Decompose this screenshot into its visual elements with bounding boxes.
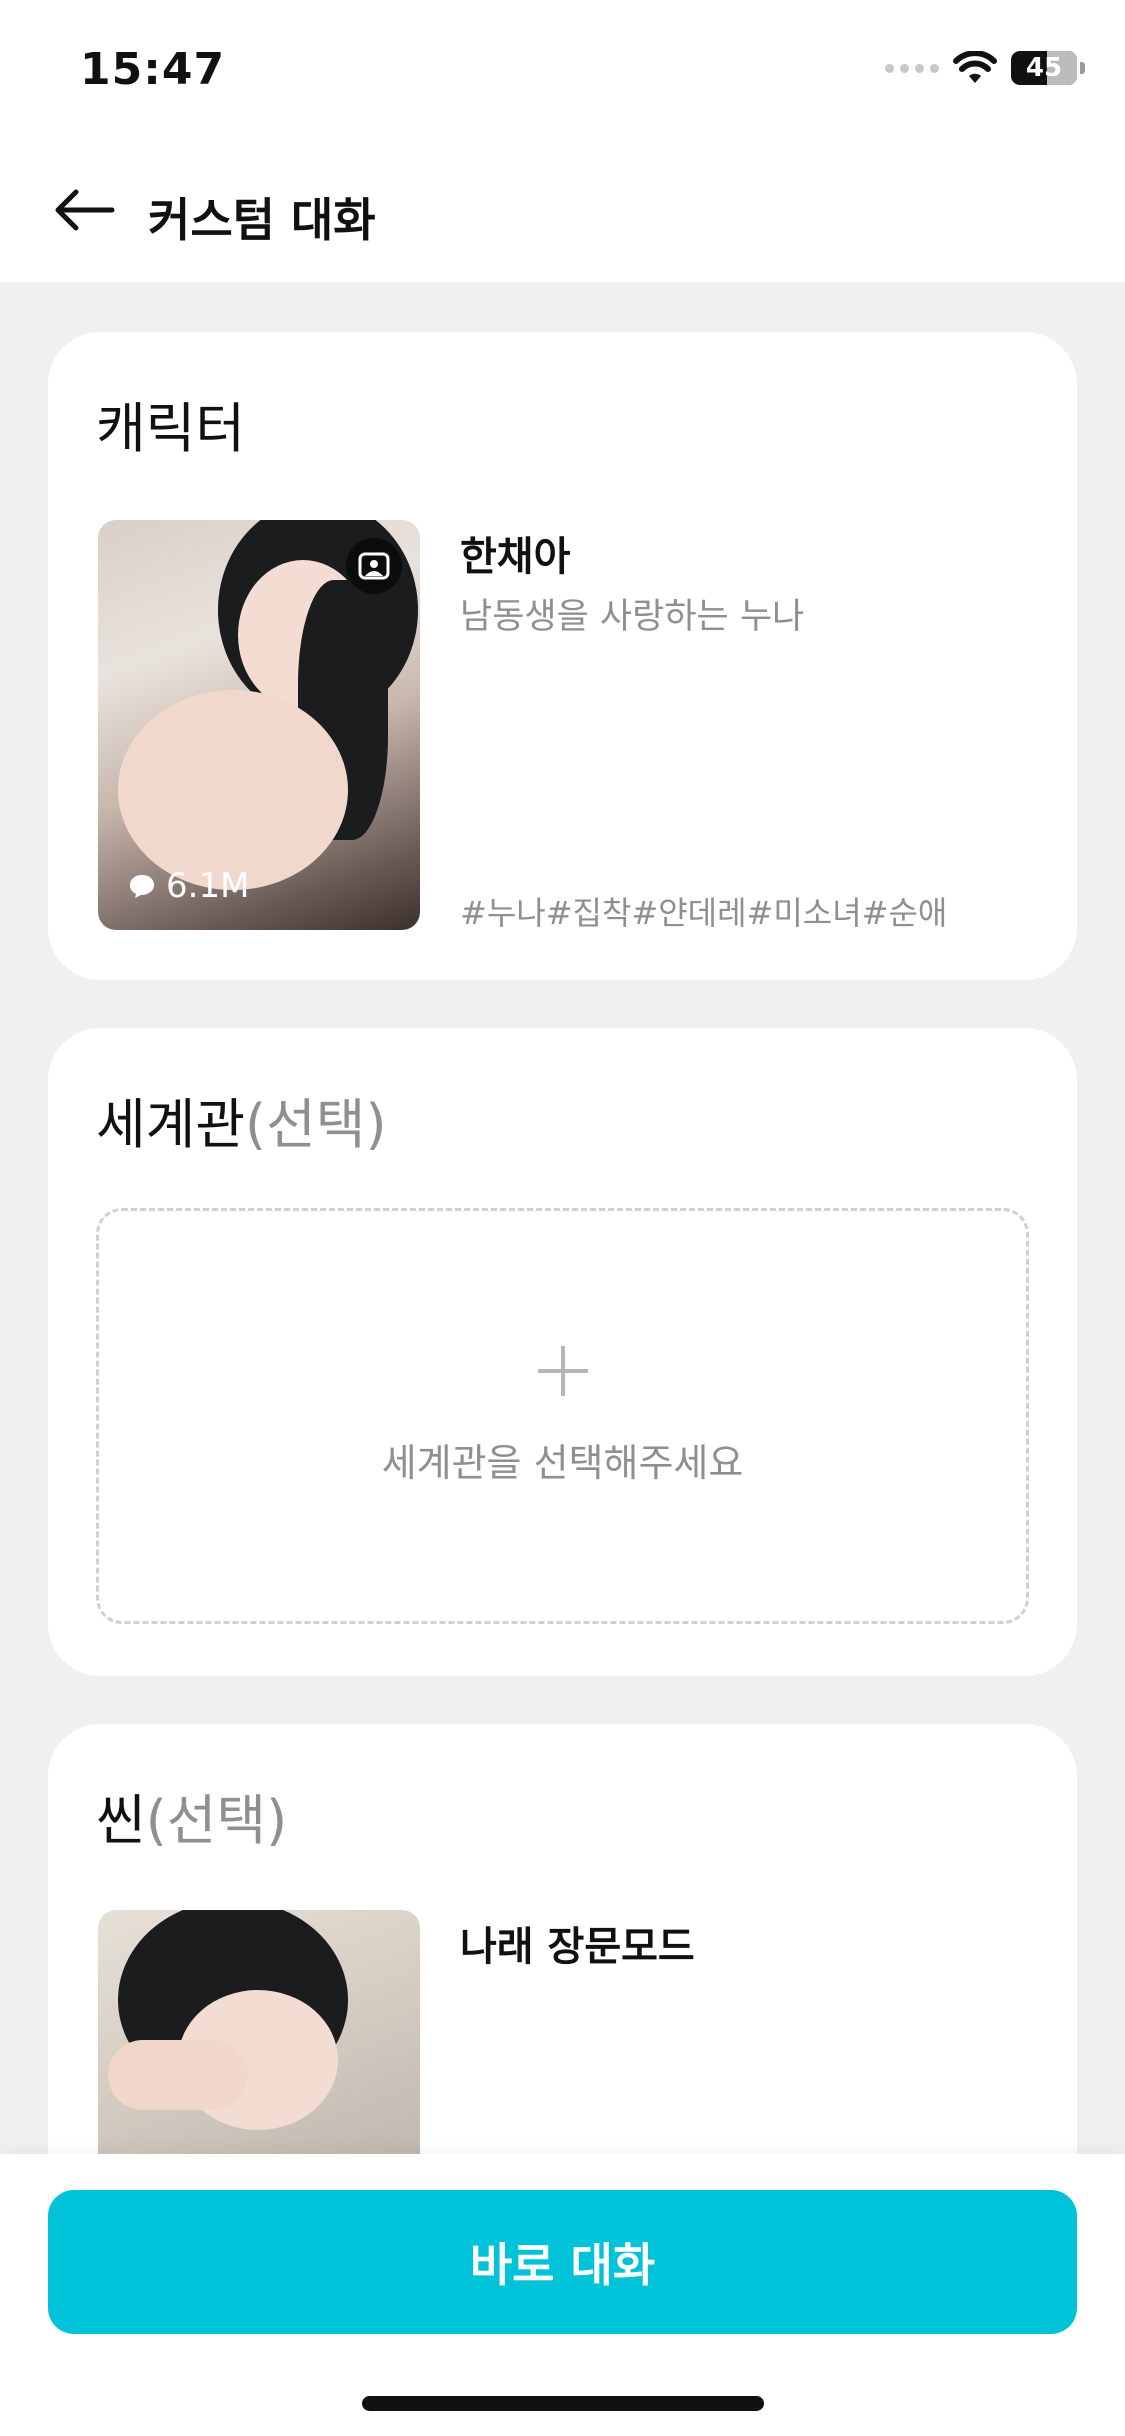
- scene-name: 나래 장문모드: [460, 1924, 695, 1970]
- battery-level: 45: [1025, 53, 1063, 83]
- scene-section-title: 씬(선택): [96, 1776, 287, 1855]
- view-count-label: 6.1M: [166, 866, 250, 906]
- scene-title-text: 씬: [96, 1789, 146, 1852]
- world-title-text: 세계관: [96, 1093, 246, 1156]
- world-optional-label: (선택): [245, 1093, 387, 1156]
- home-indicator: [362, 2396, 764, 2411]
- status-bar: 15:47 45: [0, 0, 1125, 140]
- select-world-button[interactable]: 세계관을 선택해주세요: [96, 1208, 1029, 1624]
- cellular-signal-icon: [885, 63, 939, 73]
- page-title: 커스텀 대화: [148, 193, 376, 247]
- battery-icon: 45: [1011, 51, 1085, 85]
- status-time: 15:47: [80, 44, 226, 95]
- plus-icon: [537, 1345, 588, 1396]
- character-description: 남동생을 사랑하는 누나: [460, 597, 805, 637]
- select-world-hint: 세계관을 선택해주세요: [381, 1440, 744, 1485]
- world-card: 세계관(선택) 세계관을 선택해주세요: [48, 1028, 1077, 1676]
- character-thumbnail[interactable]: 6.1M: [98, 520, 420, 930]
- arrow-left-icon: [55, 189, 115, 231]
- status-icons: 45: [885, 48, 1085, 88]
- start-chat-button[interactable]: 바로 대화: [48, 2190, 1077, 2334]
- chat-bubble-icon: [130, 875, 154, 898]
- character-section-title: 캐릭터: [96, 397, 246, 460]
- back-button[interactable]: [44, 170, 124, 250]
- character-card: 캐릭터 6.1M 한채아 남동생을 사랑하는 누나 #누나#집착#얀데레#미소녀…: [48, 332, 1077, 980]
- scene-optional-label: (선택): [145, 1789, 288, 1852]
- scene-card: 씬(선택) 나래 장문모드: [48, 1724, 1077, 2210]
- view-count: 6.1M: [128, 866, 249, 906]
- world-section-title: 세계관(선택): [96, 1080, 387, 1159]
- nav-bar: 커스텀 대화: [0, 140, 1125, 282]
- gallery-icon[interactable]: [346, 538, 402, 594]
- character-tags: #누나#집착#얀데레#미소녀#순애: [460, 894, 948, 932]
- bottom-bar: 바로 대화: [0, 2154, 1125, 2436]
- character-name: 한채아: [460, 534, 571, 580]
- wifi-icon: [953, 51, 997, 83]
